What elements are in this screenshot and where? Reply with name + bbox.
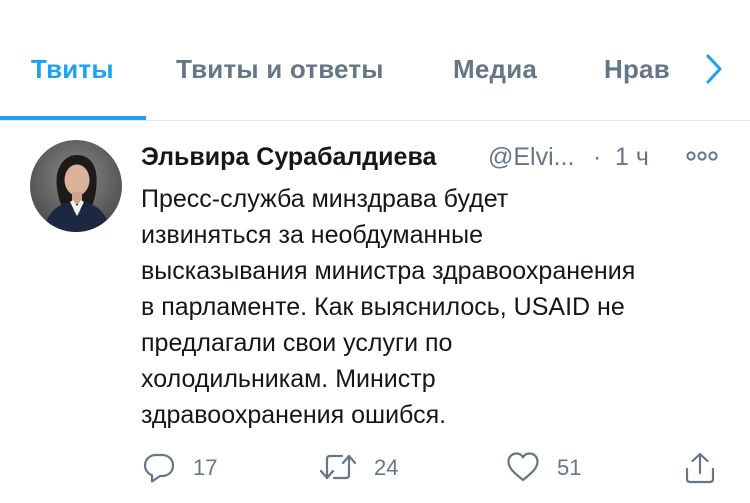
tweet-time[interactable]: 1 ч [615, 143, 649, 172]
tab-tweets[interactable]: Твиты [31, 54, 114, 85]
author-handle[interactable]: @Elvi... [488, 143, 575, 172]
tweet-text-line: высказывания министра здравоохранения [141, 257, 636, 285]
avatar[interactable] [30, 140, 122, 232]
chevron-right-icon[interactable] [700, 52, 730, 86]
reply-count: 17 [193, 455, 218, 480]
tweet[interactable]: Эльвира Сурабалдиева @Elvi... · 1 ч Прес… [0, 121, 750, 503]
tweet-text-line: здравоохранения ошибся. [141, 401, 447, 429]
share-button[interactable] [684, 451, 718, 485]
tweet-actions: 17 24 51 [0, 451, 750, 491]
tab-tweets-and-replies[interactable]: Твиты и ответы [176, 54, 384, 85]
reply-icon [143, 453, 175, 483]
tweet-text-line: Пресс-служба минздрава будет [141, 185, 509, 213]
tab-media[interactable]: Медиа [453, 54, 537, 85]
author-name[interactable]: Эльвира Сурабалдиева [141, 143, 436, 172]
like-count: 51 [557, 455, 582, 480]
share-icon [685, 452, 715, 484]
profile-tabs: Твиты Твиты и ответы Медиа Нрав [0, 0, 750, 121]
separator-dot: · [593, 143, 602, 171]
retweet-button[interactable]: 24 [318, 451, 408, 485]
tab-likes[interactable]: Нрав [604, 54, 670, 85]
tweet-header: Эльвира Сурабалдиева @Elvi... · 1 ч [141, 143, 721, 177]
heart-icon [507, 452, 539, 482]
more-icon[interactable] [686, 149, 718, 161]
tweet-text-line: холодильникам. Министр [141, 365, 436, 393]
tweet-text-line: в парламенте. Как выяснилось, USAID не [141, 293, 625, 321]
reply-button[interactable]: 17 [143, 451, 233, 485]
like-button[interactable]: 51 [506, 451, 596, 485]
tweet-text-line: предлагали свои услуги по [141, 329, 453, 357]
retweet-count: 24 [374, 455, 399, 480]
retweet-icon [319, 454, 357, 480]
active-tab-indicator [0, 116, 146, 120]
tweet-text-line: извиняться за необдуманные [141, 221, 483, 249]
tweet-text: Пресс-служба минздрава будет извиняться … [141, 181, 731, 433]
